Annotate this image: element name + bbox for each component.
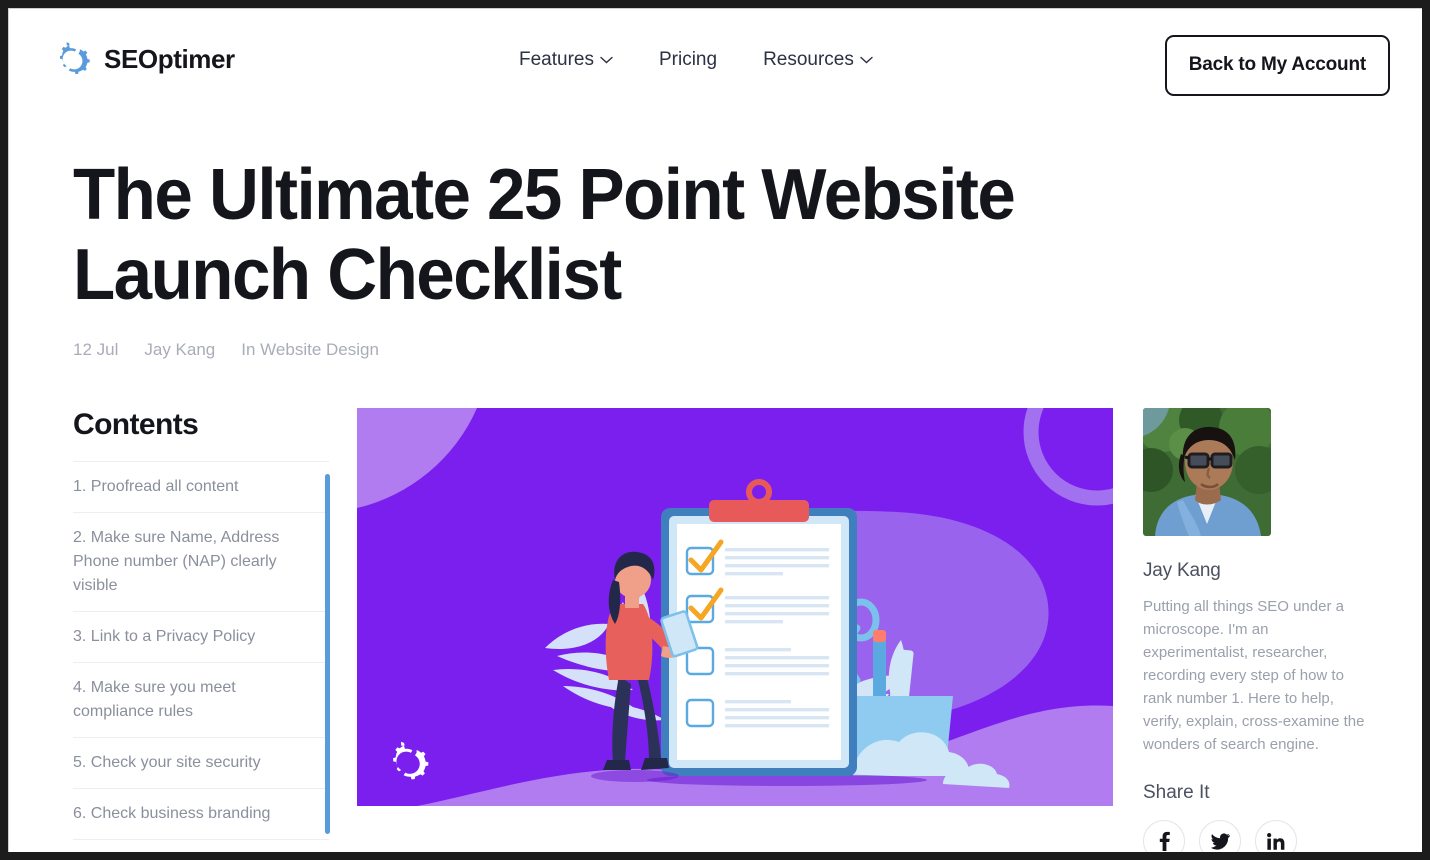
nav-item-features[interactable]: Features (519, 49, 613, 71)
seoptimer-gear-logo-icon (59, 42, 90, 75)
list-item[interactable]: 2. Make sure Name, Address Phone number … (73, 512, 329, 611)
nav-item-features-label: Features (519, 49, 594, 70)
article-date: 12 Jul (73, 340, 119, 359)
nav-item-resources[interactable]: Resources (763, 49, 873, 71)
hero-illustration (357, 408, 1113, 806)
list-item[interactable]: 6. Check business branding (73, 788, 329, 839)
author-name: Jay Kang (1143, 560, 1221, 581)
nav-item-resources-label: Resources (763, 49, 854, 70)
brand-logo-link[interactable]: SEOptimer (53, 39, 235, 79)
article-category-link[interactable]: In Website Design (241, 340, 379, 360)
back-to-my-account-button[interactable]: Back to My Account (1164, 35, 1390, 96)
article-meta: 12 Jul Jay Kang In Website Design (73, 340, 1378, 360)
toc-heading: Contents (73, 408, 199, 441)
facebook-icon (1159, 831, 1170, 851)
article-body-grid: Contents 1. Proofread all content 2. Mak… (9, 408, 1422, 852)
list-item[interactable]: 1. Proofread all content (73, 461, 329, 512)
article-author-link[interactable]: Jay Kang (144, 340, 215, 360)
nav-item-pricing-label: Pricing (658, 49, 718, 70)
list-item[interactable]: 7. Verify on-page SEO (73, 839, 329, 852)
list-item[interactable]: 5. Check your site security (73, 737, 329, 788)
hero-illustration-svg (357, 408, 1113, 806)
share-linkedin-button[interactable] (1255, 820, 1297, 852)
main-nav: Features Pricing Resources (519, 49, 873, 71)
page-title: The Ultimate 25 Point Website Launch Che… (73, 155, 1016, 315)
browser-viewport: SEOptimer Features Pricing Resources Bac… (8, 8, 1422, 852)
table-of-contents: Contents 1. Proofread all content 2. Mak… (73, 408, 330, 852)
hero-column (329, 408, 1113, 852)
share-buttons (1143, 820, 1375, 852)
share-twitter-button[interactable] (1199, 820, 1241, 852)
avatar (1143, 408, 1271, 536)
site-header: SEOptimer Features Pricing Resources Bac… (9, 9, 1422, 117)
chevron-down-icon (600, 56, 613, 64)
share-heading: Share It (1143, 782, 1210, 803)
twitter-icon (1210, 832, 1230, 850)
linkedin-icon (1267, 832, 1285, 850)
article-header: The Ultimate 25 Point Website Launch Che… (9, 117, 1422, 360)
toc-list: 1. Proofread all content 2. Make sure Na… (73, 461, 329, 852)
brand-name: SEOptimer (104, 43, 235, 74)
toc-scrollbar[interactable] (325, 474, 330, 834)
author-bio: Putting all things SEO under a microscop… (1143, 598, 1365, 753)
author-sidebar: Jay Kang Putting all things SEO under a … (1113, 408, 1375, 852)
nav-item-pricing[interactable]: Pricing (659, 49, 717, 71)
share-facebook-button[interactable] (1143, 820, 1185, 852)
list-item[interactable]: 4. Make sure you meet compliance rules (73, 662, 329, 737)
chevron-down-icon (860, 56, 873, 64)
list-item[interactable]: 3. Link to a Privacy Policy (73, 611, 329, 662)
